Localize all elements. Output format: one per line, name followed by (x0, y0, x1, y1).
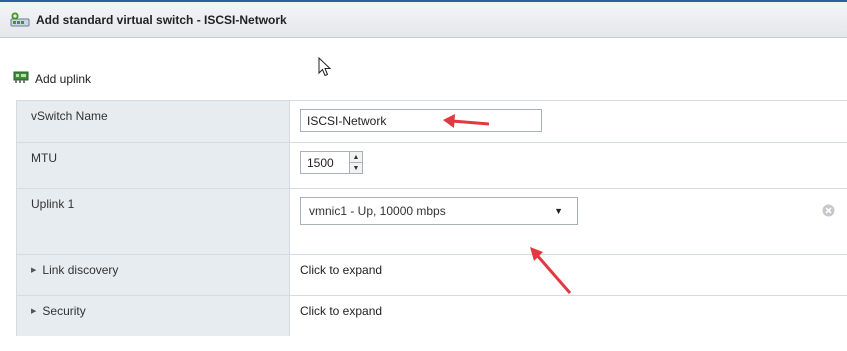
row-security: ▶ Security Click to expand (17, 296, 847, 336)
add-uplink-button[interactable]: Add uplink (13, 71, 91, 87)
row-uplink-1: Uplink 1 vmnic1 - Up, 10000 mbps ▼ (17, 189, 847, 255)
security-expand-link[interactable]: Click to expand (300, 304, 382, 318)
virtual-switch-icon (10, 12, 30, 28)
mtu-input[interactable] (300, 151, 350, 174)
security-label-cell: ▶ Security (17, 296, 290, 336)
uplink-1-selected-value: vmnic1 - Up, 10000 mbps (309, 204, 446, 218)
add-uplink-label: Add uplink (35, 72, 92, 86)
uplink-1-select[interactable]: vmnic1 - Up, 10000 mbps ▼ (300, 197, 578, 225)
mtu-cell: ▲ ▼ (290, 143, 847, 188)
vswitch-name-input[interactable] (300, 109, 542, 132)
uplink-1-label: Uplink 1 (17, 189, 290, 254)
dialog-title: Add standard virtual switch - ISCSI-Netw… (36, 12, 287, 27)
security-cell: Click to expand (290, 296, 847, 336)
mouse-pointer-icon (318, 56, 332, 80)
network-card-icon (13, 71, 29, 87)
mtu-spinner: ▲ ▼ (350, 151, 363, 174)
expand-triangle-icon: ▶ (31, 308, 37, 315)
mtu-stepper: ▲ ▼ (300, 151, 363, 174)
mtu-decrement-button[interactable]: ▼ (350, 162, 362, 173)
remove-uplink-icon[interactable] (822, 204, 835, 220)
mtu-label: MTU (17, 143, 290, 188)
row-mtu: MTU ▲ ▼ (17, 143, 847, 189)
vswitch-name-label: vSwitch Name (17, 101, 290, 142)
link-discovery-label: Link discovery (42, 263, 119, 277)
security-expander[interactable]: ▶ Security (31, 304, 289, 318)
link-discovery-expander[interactable]: ▶ Link discovery (31, 263, 289, 277)
dialog-title-bar: Add standard virtual switch - ISCSI-Netw… (0, 0, 847, 38)
toolbar: Add uplink (0, 38, 847, 100)
link-discovery-label-cell: ▶ Link discovery (17, 255, 290, 295)
link-discovery-expand-link[interactable]: Click to expand (300, 263, 382, 277)
expand-triangle-icon: ▶ (31, 267, 37, 274)
vswitch-form: vSwitch Name MTU ▲ ▼ Uplink 1 vmnic1 - U… (16, 100, 847, 336)
row-vswitch-name: vSwitch Name (17, 101, 847, 143)
uplink-1-cell: vmnic1 - Up, 10000 mbps ▼ (290, 189, 847, 254)
link-discovery-cell: Click to expand (290, 255, 847, 295)
mtu-increment-button[interactable]: ▲ (350, 152, 362, 162)
row-link-discovery: ▶ Link discovery Click to expand (17, 255, 847, 296)
dropdown-arrow-icon: ▼ (554, 206, 563, 216)
vswitch-name-cell (290, 101, 847, 142)
security-label: Security (42, 304, 86, 318)
